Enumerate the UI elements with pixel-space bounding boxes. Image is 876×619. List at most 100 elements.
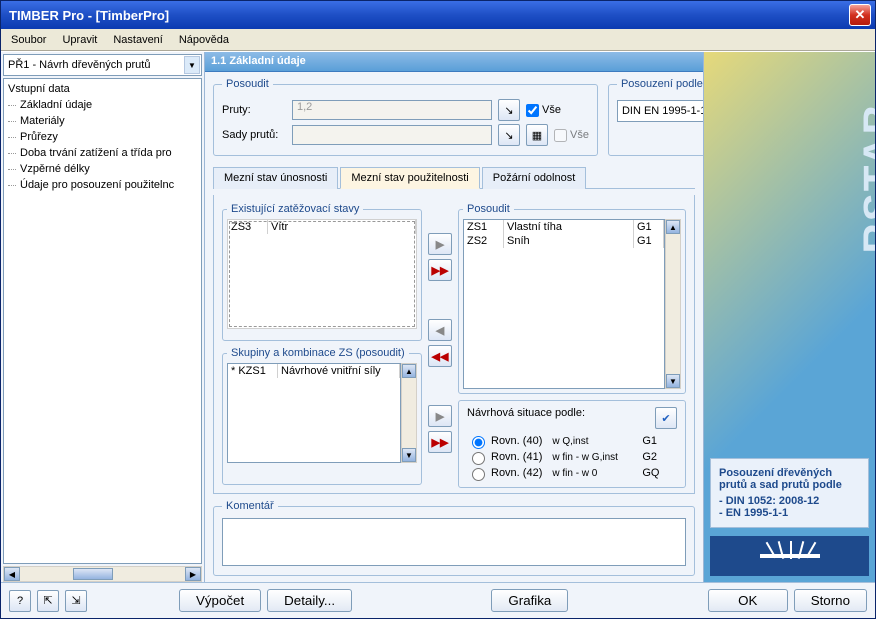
move-buttons: ▶ ▶▶ ◀ ◀◀ ▶ ▶▶ xyxy=(428,203,452,485)
vse1-check[interactable]: Vše xyxy=(526,104,561,117)
tree-item-materialy[interactable]: Materiály xyxy=(6,113,199,129)
tab-panel: Existující zatěžovací stavy ZS3 Vítr Sku… xyxy=(213,195,695,494)
right-panel: RSTAB TIMBER Pro Posouzení dřevěných pru… xyxy=(703,52,875,582)
combo-scrollbar[interactable]: ▲ ▼ xyxy=(401,363,417,463)
scroll-right-icon[interactable]: ▶ xyxy=(185,567,201,581)
tab-pouzitelnost[interactable]: Mezní stav použitelnosti xyxy=(340,167,479,189)
posoudit-list[interactable]: ZS1 Vlastní tíha G1 ZS2 Sníh G1 xyxy=(463,219,665,389)
main-header: 1.1 Základní údaje xyxy=(205,52,703,72)
norma-legend: Posouzení podle normy xyxy=(617,78,703,90)
radio-40[interactable]: Rovn. (40) xyxy=(467,433,542,449)
existing-ls-group: Existující zatěžovací stavy ZS3 Vítr xyxy=(222,203,422,341)
komentar-legend: Komentář xyxy=(222,500,278,512)
pick-pruty-icon[interactable]: ↘ xyxy=(498,99,520,121)
move-left-icon[interactable]: ◀ xyxy=(428,319,452,341)
tree-item-doba[interactable]: Doba trvání zatížení a třída pro xyxy=(6,145,199,161)
list-row[interactable]: ZS2 Sníh G1 xyxy=(464,234,664,248)
sady-input[interactable] xyxy=(292,125,492,145)
list-row[interactable]: ZS1 Vlastní tíha G1 xyxy=(464,220,664,234)
norma-value: DIN EN 1995-1-1: 2004 xyxy=(622,105,703,117)
move-all-right2-icon[interactable]: ▶▶ xyxy=(428,431,452,453)
posoudit-scrollbar[interactable]: ▲ ▼ xyxy=(665,219,681,389)
menu-upravit[interactable]: Upravit xyxy=(54,31,105,49)
scroll-up-icon[interactable]: ▲ xyxy=(402,364,416,378)
pruty-input[interactable]: 1,2 xyxy=(292,100,492,120)
left-pane: PŘ1 - Návrh dřevěných prutů ▼ Vstupní da… xyxy=(1,52,205,582)
menu-soubor[interactable]: Soubor xyxy=(3,31,54,49)
info-box: Posouzení dřevěných prutů a sad prutů po… xyxy=(710,458,869,528)
komentar-group: Komentář xyxy=(213,500,695,576)
combo-ls-list[interactable]: * KZS1 Návrhové vnitřní síly xyxy=(227,363,401,463)
tree-item-prurezy[interactable]: Průřezy xyxy=(6,129,199,145)
vypocet-button[interactable]: Výpočet xyxy=(179,589,261,612)
new-sady-icon[interactable]: ▦ xyxy=(526,124,548,146)
detaily-button[interactable]: Detaily... xyxy=(267,589,352,612)
dropdown-arrow-icon[interactable]: ▼ xyxy=(184,56,200,74)
window-title: TIMBER Pro - [TimberPro] xyxy=(5,8,849,23)
existing-ls-list[interactable]: ZS3 Vítr xyxy=(227,219,417,329)
tree-scrollbar[interactable]: ◀ ▶ xyxy=(3,566,202,582)
move-right-icon[interactable]: ▶ xyxy=(428,233,452,255)
help-icon[interactable]: ? xyxy=(9,590,31,612)
tab-pozarni[interactable]: Požární odolnost xyxy=(482,167,587,189)
tree-item-zakladni[interactable]: Základní údaje xyxy=(6,97,199,113)
posoudit-list-group: Posoudit ZS1 Vlastní tíha G1 ZS xyxy=(458,203,686,394)
combo-ls-group: Skupiny a kombinace ZS (posoudit) * KZS1… xyxy=(222,347,422,485)
situace-group: Návrhová situace podle: ✔ Rovn. (40)w Q,… xyxy=(458,400,686,488)
content: PŘ1 - Návrh dřevěných prutů ▼ Vstupní da… xyxy=(1,51,875,582)
menubar: Soubor Upravit Nastavení Nápověda xyxy=(1,29,875,51)
combo-ls-legend: Skupiny a kombinace ZS (posoudit) xyxy=(227,347,409,359)
posoudit-legend: Posoudit xyxy=(222,78,273,90)
grafika-button[interactable]: Grafika xyxy=(491,589,568,612)
situace-title: Návrhová situace podle: xyxy=(467,407,585,429)
titlebar: TIMBER Pro - [TimberPro] ✕ xyxy=(1,1,875,29)
info-title: Posouzení dřevěných prutů a sad prutů po… xyxy=(719,467,860,491)
menu-nastaveni[interactable]: Nastavení xyxy=(105,31,171,49)
list-row[interactable]: ZS3 Vítr xyxy=(228,220,416,234)
pruty-label: Pruty: xyxy=(222,104,286,116)
existing-ls-legend: Existující zatěžovací stavy xyxy=(227,203,363,215)
tree-root[interactable]: Vstupní data xyxy=(6,81,199,97)
nav-tree[interactable]: Vstupní data Základní údaje Materiály Pr… xyxy=(3,78,202,564)
posoudit-group: Posoudit Pruty: 1,2 ↘ Vše Sady prutů: ↘ … xyxy=(213,78,598,156)
move-right2-icon[interactable]: ▶ xyxy=(428,405,452,427)
posoudit-list-legend: Posoudit xyxy=(463,203,514,215)
tab-unosnost[interactable]: Mezní stav únosnosti xyxy=(213,167,338,189)
import-icon[interactable]: ⇲ xyxy=(65,590,87,612)
tree-item-udaje[interactable]: Údaje pro posouzení použitelnc xyxy=(6,177,199,193)
logo-block xyxy=(710,536,869,576)
main-pane: 1.1 Základní údaje Posoudit Pruty: 1,2 ↘… xyxy=(205,52,703,582)
scroll-thumb[interactable] xyxy=(73,568,113,580)
tabs: Mezní stav únosnosti Mezní stav použitel… xyxy=(213,166,695,189)
list-row[interactable]: * KZS1 Návrhové vnitřní síly xyxy=(228,364,400,378)
export-icon[interactable]: ⇱ xyxy=(37,590,59,612)
norma-combo[interactable]: DIN EN 1995-1-1: 2004 ▼ xyxy=(617,100,703,122)
pick-sady-icon[interactable]: ↘ xyxy=(498,124,520,146)
check-icon[interactable]: ✔ xyxy=(655,407,677,429)
ok-button[interactable]: OK xyxy=(708,589,788,612)
menu-napoveda[interactable]: Nápověda xyxy=(171,31,237,49)
bottom-bar: ? ⇱ ⇲ Výpočet Detaily... Grafika OK Stor… xyxy=(1,582,875,618)
close-button[interactable]: ✕ xyxy=(849,4,871,26)
komentar-input[interactable] xyxy=(222,518,686,566)
vse2-check[interactable]: Vše xyxy=(554,129,589,142)
tree-item-vzper[interactable]: Vzpěrné délky xyxy=(6,161,199,177)
case-combo[interactable]: PŘ1 - Návrh dřevěných prutů ▼ xyxy=(3,54,202,76)
sady-label: Sady prutů: xyxy=(222,129,286,141)
move-all-left-icon[interactable]: ◀◀ xyxy=(428,345,452,367)
radio-41[interactable]: Rovn. (41) xyxy=(467,449,542,465)
case-combo-text: PŘ1 - Návrh dřevěných prutů xyxy=(8,59,150,71)
storno-button[interactable]: Storno xyxy=(794,589,867,612)
brand-rstab: RSTAB xyxy=(855,102,875,254)
scroll-up-icon[interactable]: ▲ xyxy=(666,220,680,234)
move-all-right-icon[interactable]: ▶▶ xyxy=(428,259,452,281)
radio-42[interactable]: Rovn. (42) xyxy=(467,465,542,481)
scroll-down-icon[interactable]: ▼ xyxy=(402,448,416,462)
info-line-1: - DIN 1052: 2008-12 xyxy=(719,495,860,507)
bridge-icon xyxy=(760,544,820,568)
scroll-down-icon[interactable]: ▼ xyxy=(666,374,680,388)
scroll-left-icon[interactable]: ◀ xyxy=(4,567,20,581)
norma-group: Posouzení podle normy DIN EN 1995-1-1: 2… xyxy=(608,78,703,156)
app-window: TIMBER Pro - [TimberPro] ✕ Soubor Upravi… xyxy=(0,0,876,619)
info-line-2: - EN 1995-1-1 xyxy=(719,507,860,519)
